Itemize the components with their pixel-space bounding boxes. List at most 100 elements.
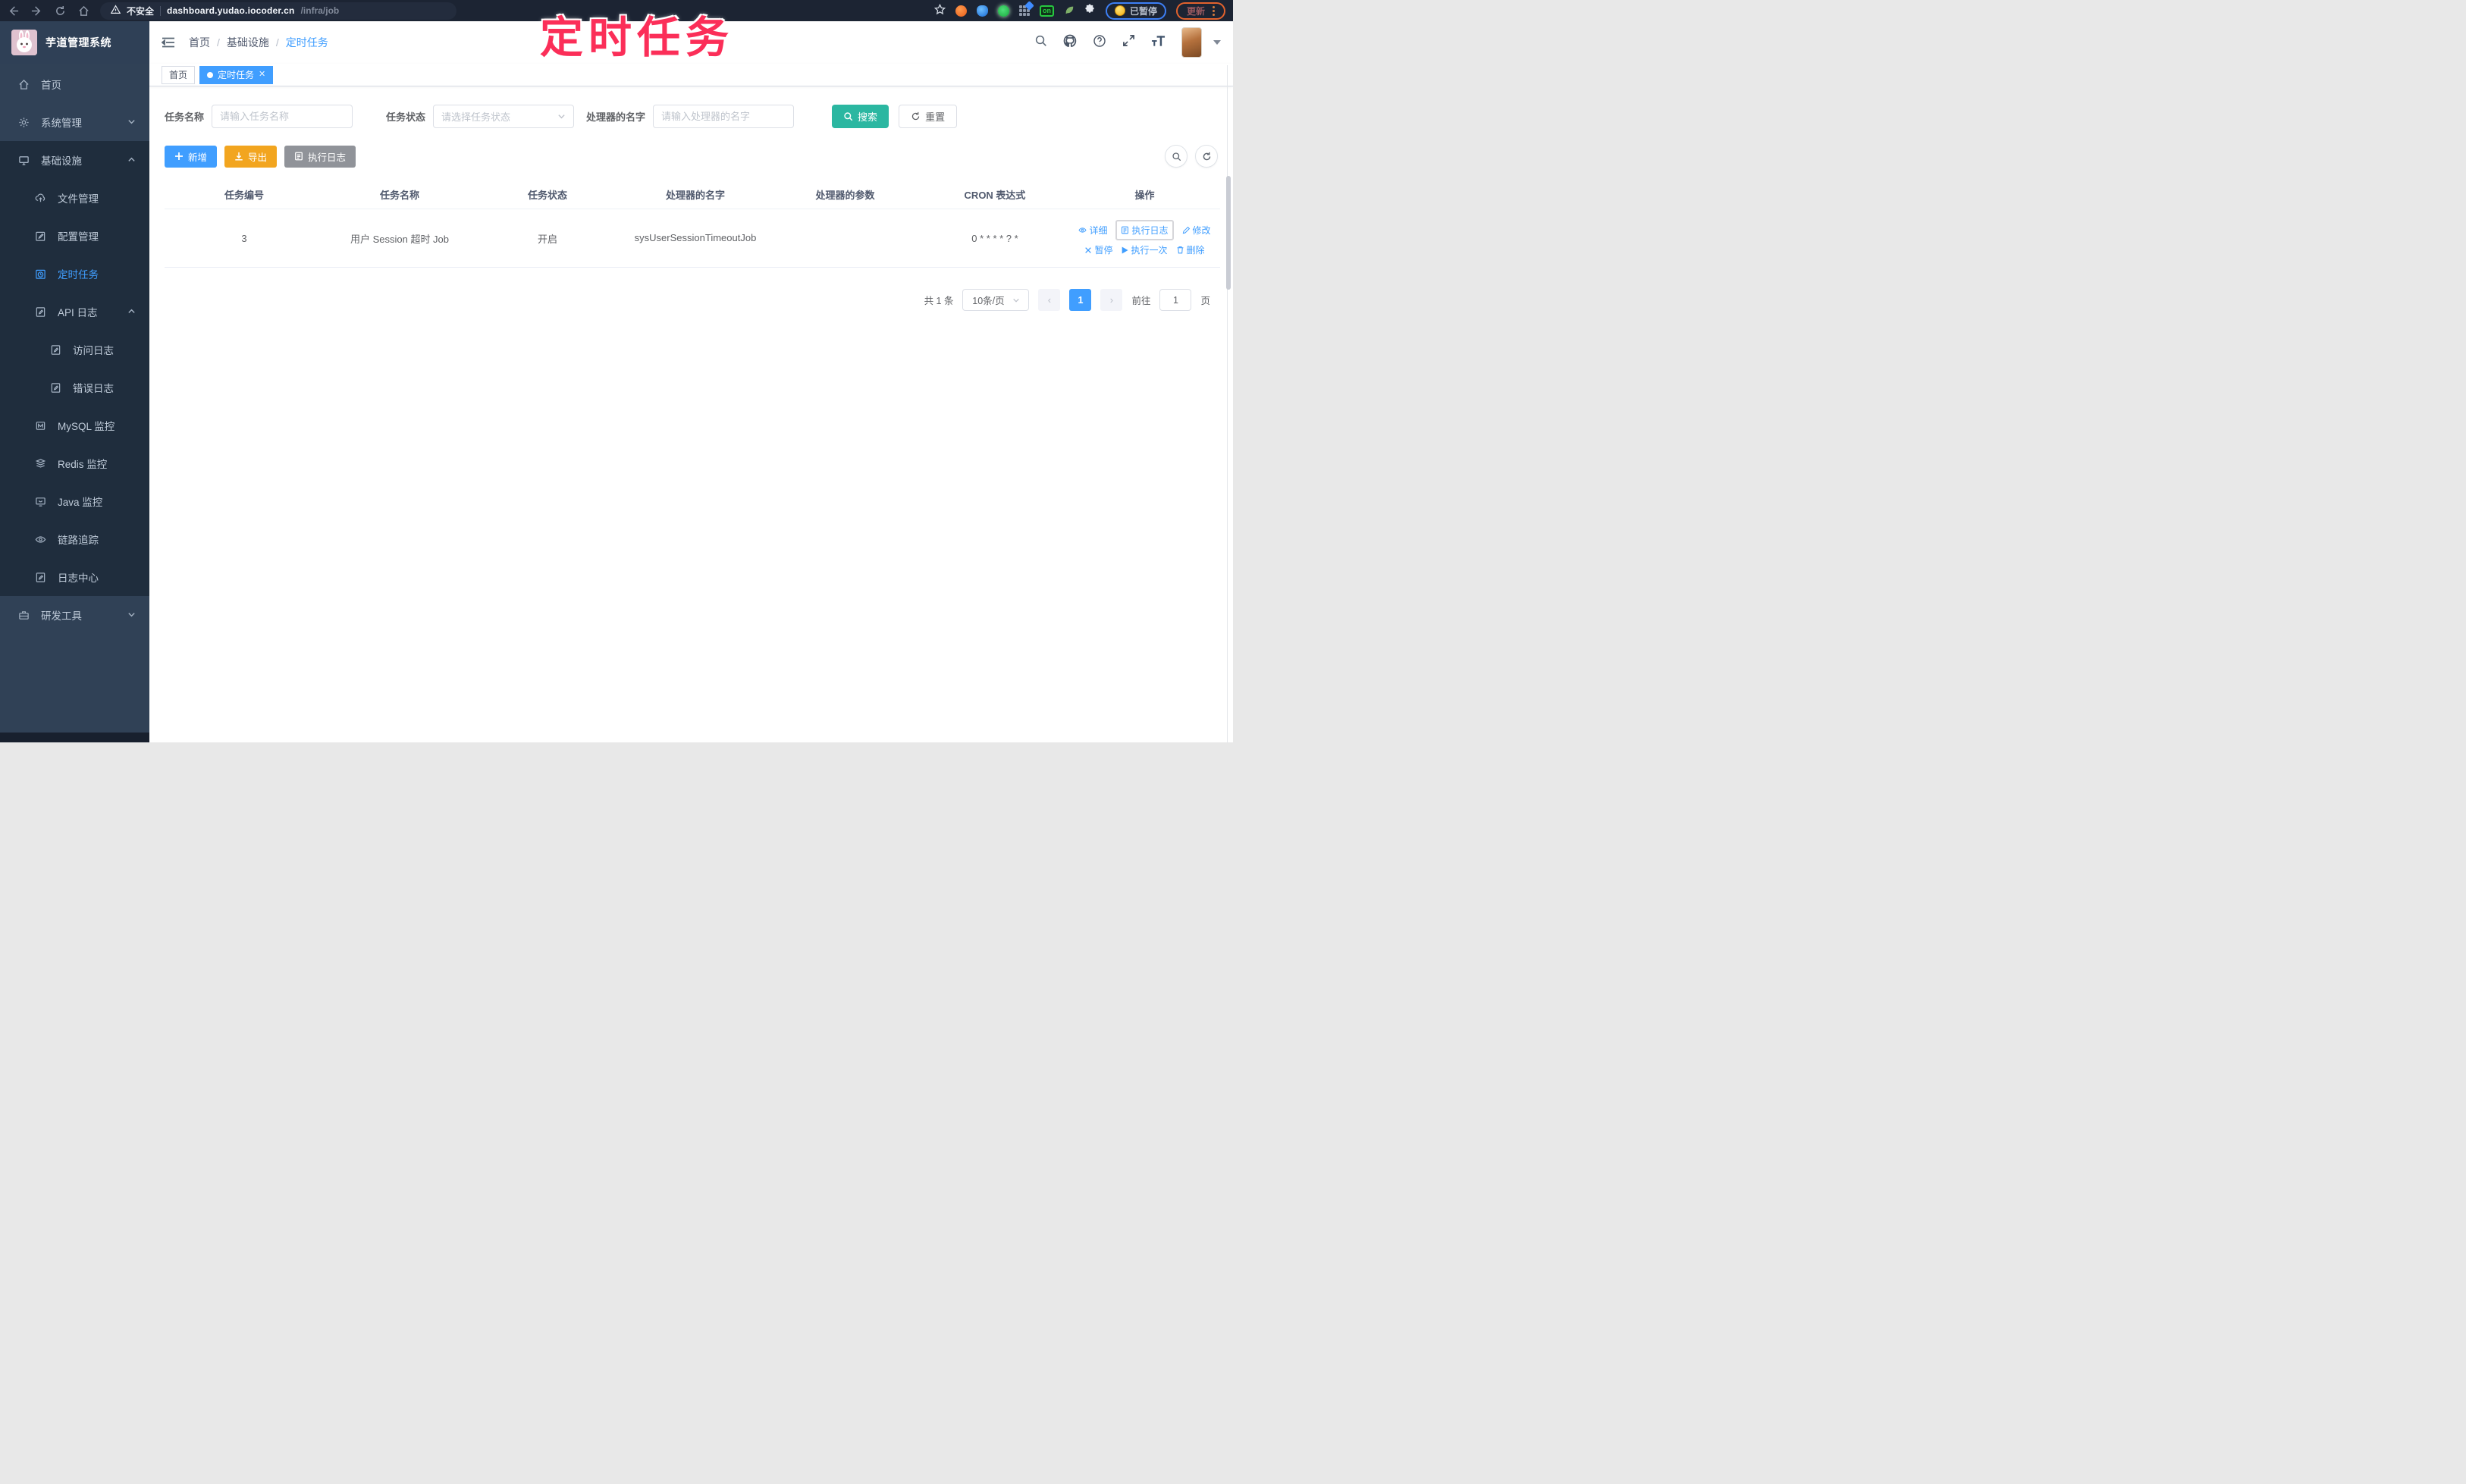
document-pen-icon <box>51 344 61 355</box>
col-handler-param: 处理器的参数 <box>815 189 875 201</box>
page-number-1[interactable]: 1 <box>1069 289 1092 311</box>
refresh-table-button[interactable] <box>1195 145 1218 168</box>
annotation-title: 定时任务 <box>540 14 734 62</box>
exec-log-button[interactable]: 执行日志 <box>284 145 356 168</box>
handler-name-label: 处理器的名字 <box>586 111 646 123</box>
sidebar-item-error-log[interactable]: 错误日志 <box>0 369 149 406</box>
run-once-action[interactable]: 执行一次 <box>1121 243 1168 256</box>
chevron-down-icon <box>1012 298 1019 303</box>
extension-icon-blue[interactable] <box>976 5 988 17</box>
reset-button[interactable]: 重置 <box>899 105 958 128</box>
url-bar[interactable]: 不安全 dashboard.yudao.iocoder.cn/infra/job <box>100 2 456 20</box>
edit-action[interactable]: 修改 <box>1182 224 1211 237</box>
job-status-cell: 开启 <box>537 233 557 245</box>
sidebar-item-label: 系统管理 <box>41 118 82 129</box>
sidebar-item-label: 访问日志 <box>73 345 114 356</box>
help-icon[interactable] <box>1093 34 1106 52</box>
monitor-icon <box>19 155 29 165</box>
sidebar-item-label: 配置管理 <box>58 231 99 243</box>
add-button[interactable]: 新增 <box>165 145 218 168</box>
sidebar-item-java-monitor[interactable]: Java 监控 <box>0 482 149 520</box>
extension-on-badge[interactable]: on <box>1039 5 1054 17</box>
goto-page-input[interactable] <box>1159 289 1192 311</box>
sidebar-item-dev-tools[interactable]: 研发工具 <box>0 596 149 634</box>
sidebar-item-label: 基础设施 <box>41 155 82 167</box>
document-pen-icon <box>36 572 45 582</box>
tab-close-icon[interactable]: ✕ <box>259 71 265 79</box>
total-count: 共 1 条 <box>924 296 954 306</box>
sidebar-item-scheduled-jobs[interactable]: 定时任务 <box>0 255 149 293</box>
trash-icon <box>1177 246 1183 254</box>
extension-icon-grid[interactable] <box>1018 1 1034 16</box>
sidebar-item-home[interactable]: 首页 <box>0 65 149 103</box>
app-logo <box>11 30 37 55</box>
sidebar-item-log-center[interactable]: 日志中心 <box>0 558 149 596</box>
toggle-search-button[interactable] <box>1165 145 1188 168</box>
exec-log-action[interactable]: 执行日志 <box>1115 220 1174 240</box>
sidebar-item-config-manage[interactable]: 配置管理 <box>0 217 149 255</box>
row-actions-cell: 详细 执行日志 修改 暂停 执行一次 删除 <box>1071 214 1219 262</box>
export-button[interactable]: 导出 <box>224 145 278 168</box>
browser-back-icon[interactable] <box>8 5 19 17</box>
chevron-down-icon <box>127 117 136 128</box>
user-avatar[interactable] <box>1181 27 1202 58</box>
briefcase-icon <box>19 610 29 620</box>
sidebar-item-api-log[interactable]: API 日志 <box>0 293 149 331</box>
active-tab-dot <box>207 71 214 78</box>
edit-square-icon <box>36 231 45 241</box>
sidebar-item-label: API 日志 <box>58 307 98 318</box>
sidebar-item-label: 首页 <box>41 80 61 91</box>
table-row: 3 用户 Session 超时 Job 开启 sysUserSessionTim… <box>165 209 1220 268</box>
user-menu-caret-icon[interactable] <box>1213 40 1221 45</box>
profile-paused-badge[interactable]: 已暂停 <box>1105 2 1166 20</box>
search-button[interactable]: 搜索 <box>832 105 889 128</box>
sidebar-item-file-manage[interactable]: 文件管理 <box>0 179 149 217</box>
sidebar-item-system[interactable]: 系统管理 <box>0 103 149 141</box>
browser-home-icon[interactable] <box>78 5 89 17</box>
sidebar-collapse-icon[interactable] <box>162 36 175 49</box>
browser-menu-kebab-icon[interactable] <box>1213 5 1215 16</box>
page-size-select[interactable]: 10条/页 <box>962 289 1030 311</box>
next-page-button[interactable]: › <box>1100 289 1123 311</box>
sidebar-item-trace[interactable]: 链路追踪 <box>0 520 149 558</box>
scrollbar-thumb[interactable] <box>1226 176 1231 290</box>
extension-icon-green-v[interactable] <box>997 5 1009 17</box>
chrome-update-button[interactable]: 更新 <box>1175 2 1225 20</box>
job-status-label: 任务状态 <box>386 111 426 123</box>
browser-forward-icon[interactable] <box>31 5 42 17</box>
breadcrumb-home[interactable]: 首页 <box>189 35 210 50</box>
security-label: 不安全 <box>127 5 155 17</box>
bookmark-star-icon[interactable] <box>933 3 946 17</box>
browser-reload-icon[interactable] <box>55 5 66 17</box>
sidebar-item-redis-monitor[interactable]: Redis 监控 <box>0 444 149 482</box>
eye-icon <box>35 535 46 543</box>
plus-icon <box>175 152 183 160</box>
extension-leaf-icon[interactable] <box>1064 5 1075 17</box>
col-actions: 操作 <box>1134 189 1155 201</box>
github-icon[interactable] <box>1063 34 1077 52</box>
handler-param-cell <box>771 235 919 241</box>
sidebar-item-label: Redis 监控 <box>58 459 108 470</box>
search-icon <box>1172 152 1181 161</box>
prev-page-button[interactable]: ‹ <box>1038 289 1061 311</box>
detail-action[interactable]: 详细 <box>1078 224 1107 237</box>
download-icon <box>235 152 243 161</box>
search-icon[interactable] <box>1034 34 1047 51</box>
tab-scheduled-jobs[interactable]: 定时任务 ✕ <box>199 65 274 84</box>
app-logo-row[interactable]: 芋道管理系统 <box>0 21 149 64</box>
sidebar-item-infra[interactable]: 基础设施 <box>0 141 149 179</box>
breadcrumb-infra[interactable]: 基础设施 <box>227 35 269 50</box>
handler-name-input[interactable] <box>653 105 795 128</box>
extensions-puzzle-icon[interactable] <box>1084 4 1096 17</box>
extension-icon-orange[interactable] <box>955 5 967 17</box>
font-size-icon[interactable] <box>1151 35 1166 51</box>
breadcrumb-separator: / <box>217 36 220 49</box>
job-name-input[interactable] <box>212 105 353 128</box>
sidebar-item-mysql-monitor[interactable]: MySQL 监控 <box>0 406 149 444</box>
pause-action[interactable]: 暂停 <box>1084 243 1112 256</box>
delete-action[interactable]: 删除 <box>1176 243 1205 256</box>
tab-home[interactable]: 首页 <box>162 65 196 84</box>
fullscreen-icon[interactable] <box>1122 34 1135 51</box>
job-status-select[interactable]: 请选择任务状态 <box>433 105 575 128</box>
sidebar-item-access-log[interactable]: 访问日志 <box>0 331 149 369</box>
